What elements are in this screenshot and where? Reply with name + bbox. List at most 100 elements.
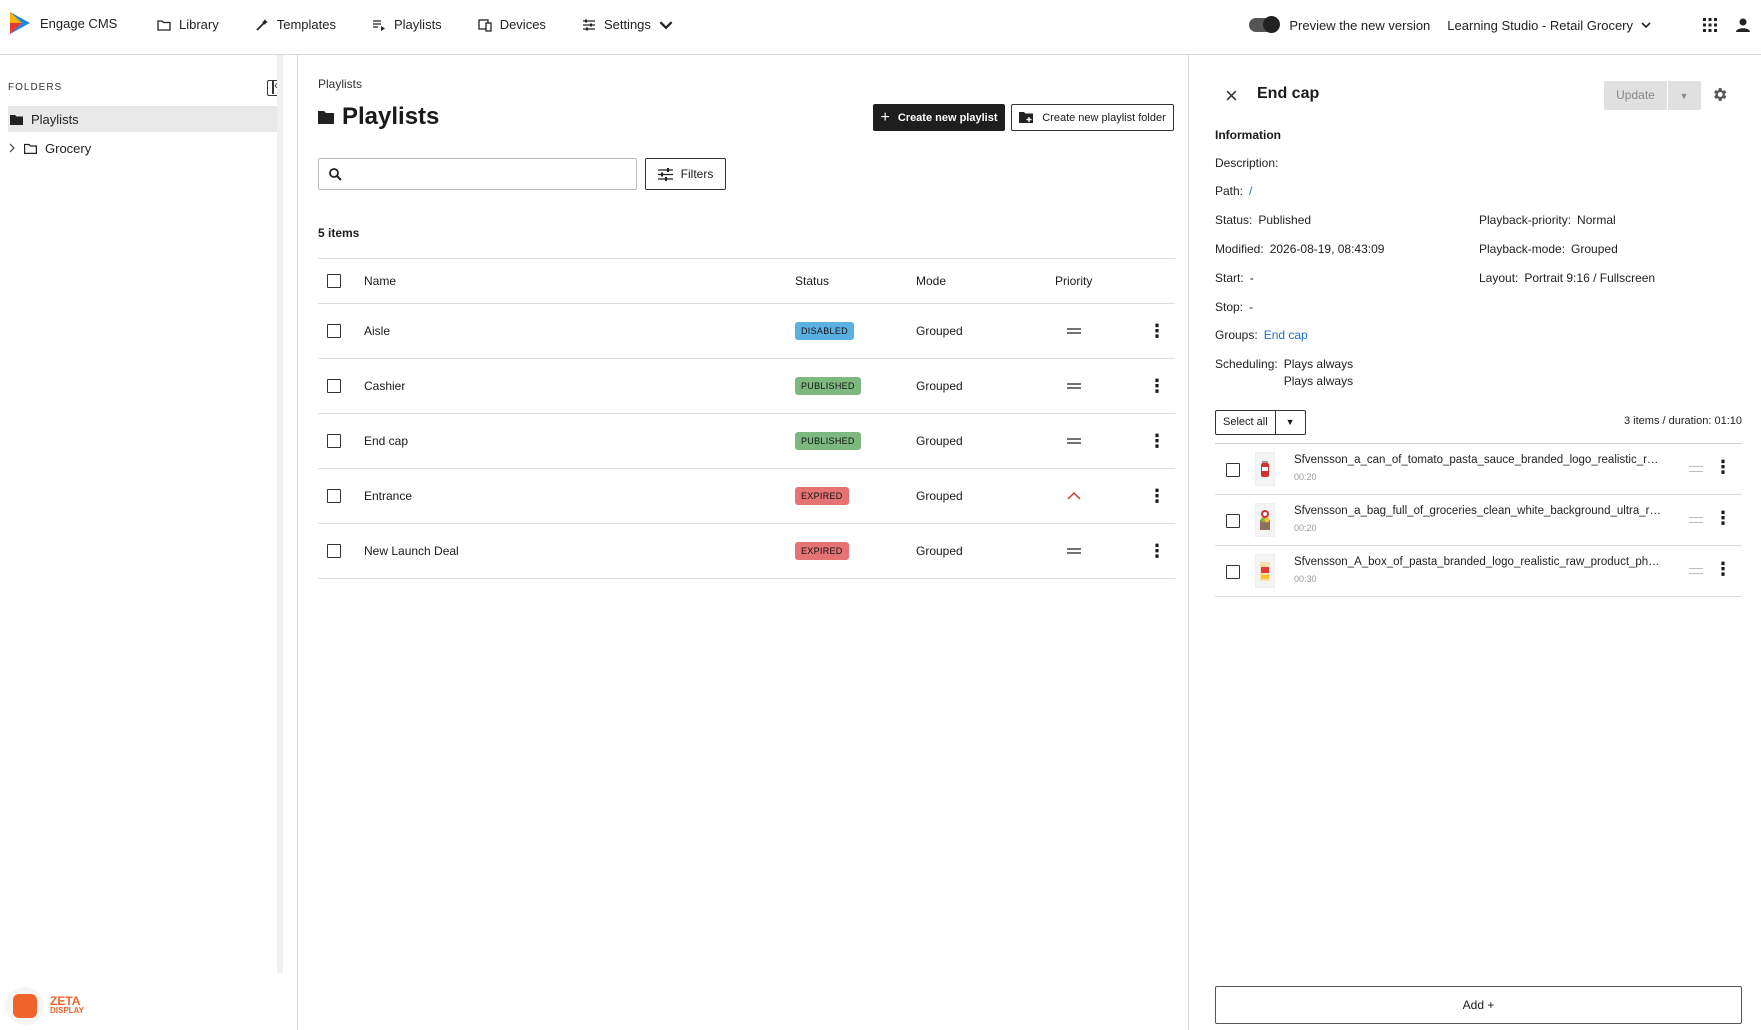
gear-icon[interactable] <box>1711 86 1728 103</box>
nav-settings[interactable]: Settings <box>582 17 673 32</box>
preview-toggle[interactable] <box>1249 16 1281 33</box>
info-value: 2026-08-19, 08:43:09 <box>1269 242 1385 256</box>
organization-selector[interactable]: Learning Studio - Retail Grocery <box>1447 18 1651 33</box>
list-item[interactable]: Sfvensson_A_box_of_pasta_branded_logo_re… <box>1215 546 1742 597</box>
update-label[interactable]: Update <box>1604 81 1668 110</box>
create-playlist-button[interactable]: + Create new playlist <box>873 104 1005 131</box>
media-list: Sfvensson_a_can_of_tomato_pasta_sauce_br… <box>1215 443 1742 597</box>
folder-grocery[interactable]: Grocery <box>8 135 91 161</box>
playlist-details-panel: × End cap Update ▼ Information Descripti… <box>1188 55 1761 1030</box>
more-options-icon[interactable]: ⋮ <box>1714 560 1732 578</box>
brand[interactable]: Engage CMS <box>10 12 117 34</box>
table-row[interactable]: New Launch Deal EXPIRED Grouped ⋮ <box>318 524 1175 579</box>
status-badge: PUBLISHED <box>795 432 861 450</box>
info-stop: Stop: - <box>1215 300 1253 314</box>
sidebar-scrollbar[interactable] <box>277 55 283 973</box>
nav-library[interactable]: Library <box>157 17 219 32</box>
priority-normal-icon <box>1067 548 1081 554</box>
status-badge: PUBLISHED <box>795 377 861 395</box>
media-checkbox[interactable] <box>1226 514 1240 528</box>
folder-add-icon <box>1019 112 1034 123</box>
filter-sliders-icon <box>657 167 673 181</box>
table-row[interactable]: Cashier PUBLISHED Grouped ⋮ <box>318 359 1175 414</box>
path-link[interactable]: / <box>1249 184 1252 198</box>
folder-filled-icon <box>10 114 23 125</box>
playlists-table: Name Status Mode Priority Aisle DISABLED… <box>318 258 1175 579</box>
nav-devices[interactable]: Devices <box>478 17 546 32</box>
info-value: - <box>1249 300 1254 314</box>
column-status[interactable]: Status <box>795 259 829 303</box>
drag-handle-icon[interactable] <box>1689 466 1703 472</box>
more-options-icon[interactable]: ⋮ <box>1148 487 1166 505</box>
user-icon[interactable] <box>1735 17 1751 33</box>
more-options-icon[interactable]: ⋮ <box>1714 509 1732 527</box>
info-playback-priority: Playback-priority: Normal <box>1479 213 1616 227</box>
info-path: Path: / <box>1215 184 1252 198</box>
row-name[interactable]: End cap <box>364 414 408 468</box>
filters-button[interactable]: Filters <box>645 158 726 190</box>
more-options-icon[interactable]: ⋮ <box>1148 542 1166 560</box>
devices-icon <box>478 18 492 32</box>
row-name[interactable]: Aisle <box>364 304 390 358</box>
info-playback-mode: Playback-mode: Grouped <box>1479 242 1618 256</box>
more-options-icon[interactable]: ⋮ <box>1714 458 1732 476</box>
drag-handle-icon[interactable] <box>1689 517 1703 523</box>
info-status: Status: Published <box>1215 213 1311 227</box>
select-all-dropdown[interactable]: Select all ▼ <box>1215 410 1306 435</box>
chevron-right-icon[interactable] <box>8 143 16 153</box>
select-all-label[interactable]: Select all <box>1216 411 1275 434</box>
nav-templates[interactable]: Templates <box>255 17 336 32</box>
media-checkbox[interactable] <box>1226 565 1240 579</box>
info-label: Groups: <box>1215 328 1258 342</box>
more-options-icon[interactable]: ⋮ <box>1148 432 1166 450</box>
row-name[interactable]: New Launch Deal <box>364 524 459 578</box>
media-checkbox[interactable] <box>1226 463 1240 477</box>
table-row[interactable]: Entrance EXPIRED Grouped ⋮ <box>318 469 1175 524</box>
close-icon[interactable]: × <box>1225 85 1238 107</box>
folder-playlists[interactable]: Playlists <box>8 106 278 132</box>
column-name[interactable]: Name <box>364 259 396 303</box>
table-row[interactable]: Aisle DISABLED Grouped ⋮ <box>318 304 1175 359</box>
row-checkbox[interactable] <box>327 434 341 448</box>
nav-playlists[interactable]: Playlists <box>372 17 442 32</box>
select-all-checkbox[interactable] <box>327 274 341 288</box>
folder-icon <box>24 143 37 154</box>
row-name[interactable]: Cashier <box>364 359 405 413</box>
row-checkbox[interactable] <box>327 379 341 393</box>
info-label: Stop: <box>1215 300 1244 314</box>
drag-handle-icon[interactable] <box>1689 568 1703 574</box>
search-box[interactable] <box>318 158 637 190</box>
caret-down-icon[interactable]: ▼ <box>1668 91 1700 101</box>
group-link[interactable]: End cap <box>1264 328 1308 342</box>
nav-label: Templates <box>276 17 336 32</box>
row-checkbox[interactable] <box>327 489 341 503</box>
row-name[interactable]: Entrance <box>364 469 412 523</box>
caret-down-icon[interactable]: ▼ <box>1274 411 1305 434</box>
filters-label: Filters <box>680 167 714 181</box>
add-media-button[interactable]: Add + <box>1215 986 1742 1024</box>
table-row[interactable]: End cap PUBLISHED Grouped ⋮ <box>318 414 1175 469</box>
info-label: Start: <box>1215 271 1244 285</box>
priority-normal-icon <box>1067 438 1081 444</box>
create-playlist-folder-button[interactable]: Create new playlist folder <box>1011 104 1174 131</box>
list-item[interactable]: Sfvensson_a_bag_full_of_groceries_clean_… <box>1215 495 1742 546</box>
column-mode[interactable]: Mode <box>916 259 946 303</box>
row-mode: Grouped <box>916 379 963 393</box>
info-label: Modified: <box>1215 242 1264 256</box>
update-button[interactable]: Update ▼ <box>1604 81 1701 110</box>
row-checkbox[interactable] <box>327 324 341 338</box>
panel-title: End cap <box>1257 85 1320 102</box>
search-input[interactable] <box>352 166 622 182</box>
info-value: Normal <box>1577 213 1616 227</box>
more-options-icon[interactable]: ⋮ <box>1148 377 1166 395</box>
info-label: Scheduling: <box>1215 357 1278 371</box>
priority-normal-icon <box>1067 328 1081 334</box>
breadcrumb[interactable]: Playlists <box>318 77 362 91</box>
more-options-icon[interactable]: ⋮ <box>1148 322 1166 340</box>
apps-grid-icon[interactable] <box>1703 18 1717 32</box>
list-item[interactable]: Sfvensson_a_can_of_tomato_pasta_sauce_br… <box>1215 444 1742 495</box>
status-badge: DISABLED <box>795 322 854 340</box>
row-checkbox[interactable] <box>327 544 341 558</box>
info-groups: Groups: End cap <box>1215 328 1308 342</box>
column-priority[interactable]: Priority <box>1055 259 1092 303</box>
